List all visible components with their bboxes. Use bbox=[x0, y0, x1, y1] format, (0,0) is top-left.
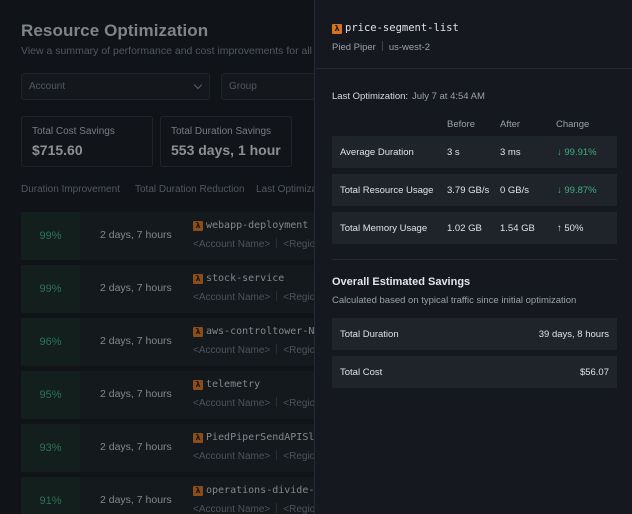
metric-after: 3 ms bbox=[500, 147, 521, 158]
panel-function-title: λ price-segment-list bbox=[332, 22, 459, 34]
metric-change: ↓ 99.87% bbox=[557, 185, 597, 196]
metric-before: 1.02 GB bbox=[447, 223, 482, 234]
savings-label: Total Duration bbox=[340, 329, 399, 340]
metric-row: Total Resource Usage 3.79 GB/s 0 GB/s ↓ 99.… bbox=[332, 174, 617, 206]
metric-label: Average Duration bbox=[340, 147, 414, 158]
metric-after: 1.54 GB bbox=[500, 223, 535, 234]
panel-function-name: price-segment-list bbox=[345, 22, 459, 34]
meta-divider bbox=[381, 41, 383, 51]
metric-change: ↑ 50% bbox=[557, 223, 584, 234]
lambda-icon: λ bbox=[332, 24, 342, 34]
metric-before: 3 s bbox=[447, 147, 460, 158]
metric-header-before: Before bbox=[447, 119, 475, 130]
metric-header-after: After bbox=[500, 119, 521, 130]
savings-value: 39 days, 8 hours bbox=[538, 329, 609, 340]
panel-region: us-west-2 bbox=[388, 42, 431, 53]
last-optimization: Last Optimization: July 7 at 4:54 AM bbox=[332, 91, 485, 102]
panel-org: Pied Piper bbox=[332, 42, 376, 53]
savings-label: Total Cost bbox=[340, 367, 383, 378]
savings-row: Total Cost $56.07 bbox=[332, 356, 617, 388]
metric-row: Total Memory Usage 1.02 GB 1.54 GB ↑ 50% bbox=[332, 212, 617, 244]
metric-header-change: Change bbox=[556, 119, 590, 130]
metric-row: Average Duration 3 s 3 ms ↓ 99.91% bbox=[332, 136, 617, 168]
savings-row: Total Duration 39 days, 8 hours bbox=[332, 318, 617, 350]
savings-value: $56.07 bbox=[579, 367, 609, 378]
last-optimization-value: July 7 at 4:54 AM bbox=[412, 91, 485, 102]
metric-label: Total Resource Usage bbox=[340, 185, 434, 196]
metric-change: ↓ 99.91% bbox=[557, 147, 597, 158]
savings-title: Overall Estimated Savings bbox=[332, 276, 471, 288]
metric-label: Total Memory Usage bbox=[340, 223, 428, 234]
modal-backdrop[interactable] bbox=[0, 0, 314, 514]
metric-before: 3.79 GB/s bbox=[447, 185, 490, 196]
panel-function-meta: Pied Piper us-west-2 bbox=[332, 41, 430, 53]
metric-after: 0 GB/s bbox=[500, 185, 530, 196]
last-optimization-label: Last Optimization: bbox=[332, 91, 409, 102]
function-detail-panel: λ price-segment-list Pied Piper us-west-2 … bbox=[314, 0, 632, 514]
savings-subtitle: Calculated based on typical traffic sinc… bbox=[332, 295, 577, 306]
panel-divider bbox=[316, 68, 632, 69]
section-divider bbox=[332, 259, 617, 260]
